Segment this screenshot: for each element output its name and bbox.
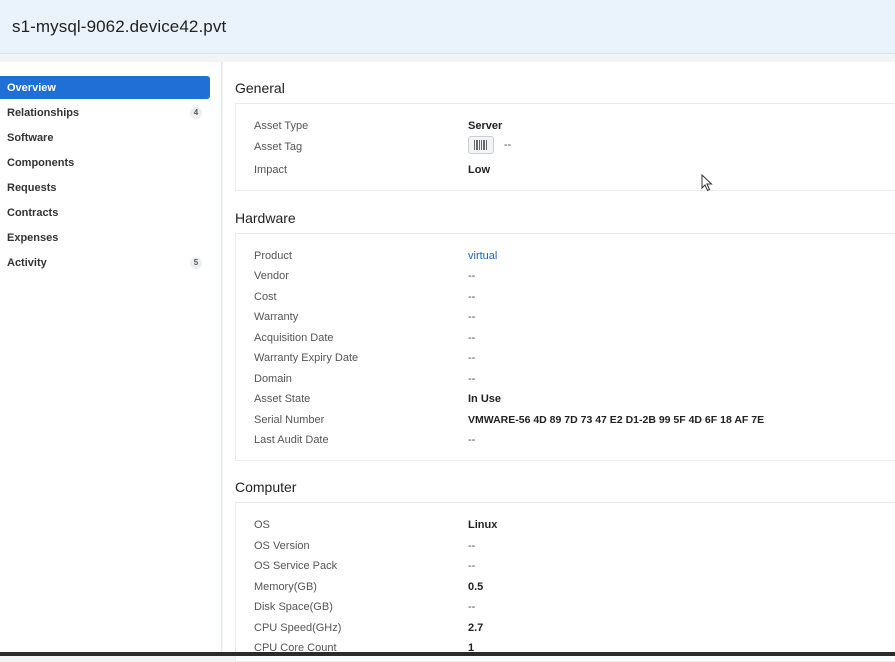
field-label: Serial Number — [254, 414, 325, 426]
sidebar-item-relationships[interactable]: Relationships 4 — [0, 101, 210, 124]
field-row: OS Version -- — [254, 536, 895, 556]
field-row: Last Audit Date -- — [254, 430, 895, 450]
field-row: Domain -- — [254, 369, 895, 389]
field-row: Memory(GB) 0.5 — [254, 577, 895, 597]
field-row: OS Linux — [254, 515, 895, 535]
field-label: Vendor — [254, 270, 289, 282]
window-bottom-edge — [0, 652, 895, 656]
field-label: Acquisition Date — [254, 332, 334, 344]
field-row: Vendor -- — [254, 266, 895, 286]
count-badge: 4 — [190, 106, 202, 119]
sidebar-item-expenses[interactable]: Expenses — [0, 226, 210, 249]
field-value: 2.7 — [468, 622, 484, 634]
sidebar-item-software[interactable]: Software — [0, 126, 210, 149]
sidebar-item-label: Overview — [7, 81, 56, 94]
sidebar-item-label: Contracts — [7, 206, 59, 219]
sidebar-item-requests[interactable]: Requests — [0, 176, 210, 199]
sidebar-item-contracts[interactable]: Contracts — [0, 201, 210, 224]
field-row: Disk Space(GB) -- — [254, 597, 895, 617]
field-label: Warranty — [254, 311, 299, 323]
sidebar-item-overview[interactable]: Overview — [0, 76, 210, 99]
hardware-card: Product virtual Vendor -- Cost -- Warran… — [235, 233, 895, 461]
field-label: Memory(GB) — [254, 581, 317, 593]
main-content: General Asset Type Server Asset Tag -- I… — [223, 62, 895, 662]
field-row: Asset Tag -- — [254, 136, 895, 157]
page-title: s1-mysql-9062.device42.pvt — [12, 17, 227, 36]
page-header: s1-mysql-9062.device42.pvt — [0, 0, 895, 54]
computer-card: OS Linux OS Version -- OS Service Pack -… — [235, 502, 895, 662]
field-label: Disk Space(GB) — [254, 601, 333, 613]
field-value: VMWARE-56 4D 89 7D 73 47 E2 D1-2B 99 5F … — [468, 414, 765, 426]
field-label: Asset Tag — [254, 141, 303, 153]
field-label: Impact — [254, 164, 288, 176]
field-value: -- — [468, 601, 476, 613]
field-value: -- — [468, 311, 476, 323]
field-row: CPU Speed(GHz) 2.7 — [254, 618, 895, 638]
field-label: Product — [254, 250, 292, 262]
field-row: Cost -- — [254, 287, 895, 307]
sidebar-item-label: Expenses — [7, 231, 59, 244]
sidebar-item-label: Activity — [7, 256, 47, 269]
sidebar-item-components[interactable]: Components — [0, 151, 210, 174]
field-row: Acquisition Date -- — [254, 328, 895, 348]
field-value: Low — [468, 164, 490, 176]
sidebar-item-label: Relationships — [7, 106, 80, 119]
field-label: Last Audit Date — [254, 434, 329, 446]
field-value: -- — [468, 373, 476, 385]
section-title-general: General — [235, 80, 285, 96]
mouse-pointer-icon — [701, 174, 713, 192]
section-title-computer: Computer — [235, 479, 297, 495]
field-label: Asset State — [254, 393, 311, 405]
field-label: OS — [254, 519, 270, 531]
field-value: -- — [468, 560, 476, 572]
asset-tag-value: -- — [468, 136, 511, 154]
field-value: -- — [468, 540, 476, 552]
header-gap — [0, 54, 895, 62]
field-value: In Use — [468, 393, 502, 405]
field-label: CPU Speed(GHz) — [254, 622, 342, 634]
field-value: -- — [468, 434, 476, 446]
field-value: -- — [468, 270, 476, 282]
field-value: -- — [468, 352, 476, 364]
sidebar-item-label: Components — [7, 156, 75, 169]
field-label: Domain — [254, 373, 292, 385]
field-label: OS Service Pack — [254, 560, 338, 572]
field-value: -- — [504, 139, 512, 151]
field-row: Warranty -- — [254, 307, 895, 327]
field-value: -- — [468, 332, 476, 344]
field-label: Cost — [254, 291, 277, 303]
field-row: Serial Number VMWARE-56 4D 89 7D 73 47 E… — [254, 410, 895, 430]
barcode-icon[interactable] — [468, 136, 494, 154]
sidebar-item-label: Software — [7, 131, 54, 144]
sidebar-item-label: Requests — [7, 181, 57, 194]
field-label: Warranty Expiry Date — [254, 352, 359, 364]
field-value: Server — [468, 120, 503, 132]
general-card: Asset Type Server Asset Tag -- Impact Lo… — [235, 103, 895, 191]
field-row: Product virtual — [254, 246, 895, 266]
field-value: 0.5 — [468, 581, 484, 593]
sidebar: Overview Relationships 4 Software Compon… — [0, 62, 222, 656]
field-row: Asset State In Use — [254, 389, 895, 409]
field-row: Impact Low — [254, 160, 895, 180]
field-row: Warranty Expiry Date -- — [254, 348, 895, 368]
field-value: Linux — [468, 519, 498, 531]
field-label: Asset Type — [254, 120, 309, 132]
field-value: -- — [468, 291, 476, 303]
product-link[interactable]: virtual — [468, 250, 497, 262]
field-row: OS Service Pack -- — [254, 556, 895, 576]
field-row: Asset Type Server — [254, 116, 895, 136]
field-label: OS Version — [254, 540, 310, 552]
count-badge: 5 — [190, 256, 202, 269]
sidebar-item-activity[interactable]: Activity 5 — [0, 251, 210, 274]
section-title-hardware: Hardware — [235, 210, 296, 226]
